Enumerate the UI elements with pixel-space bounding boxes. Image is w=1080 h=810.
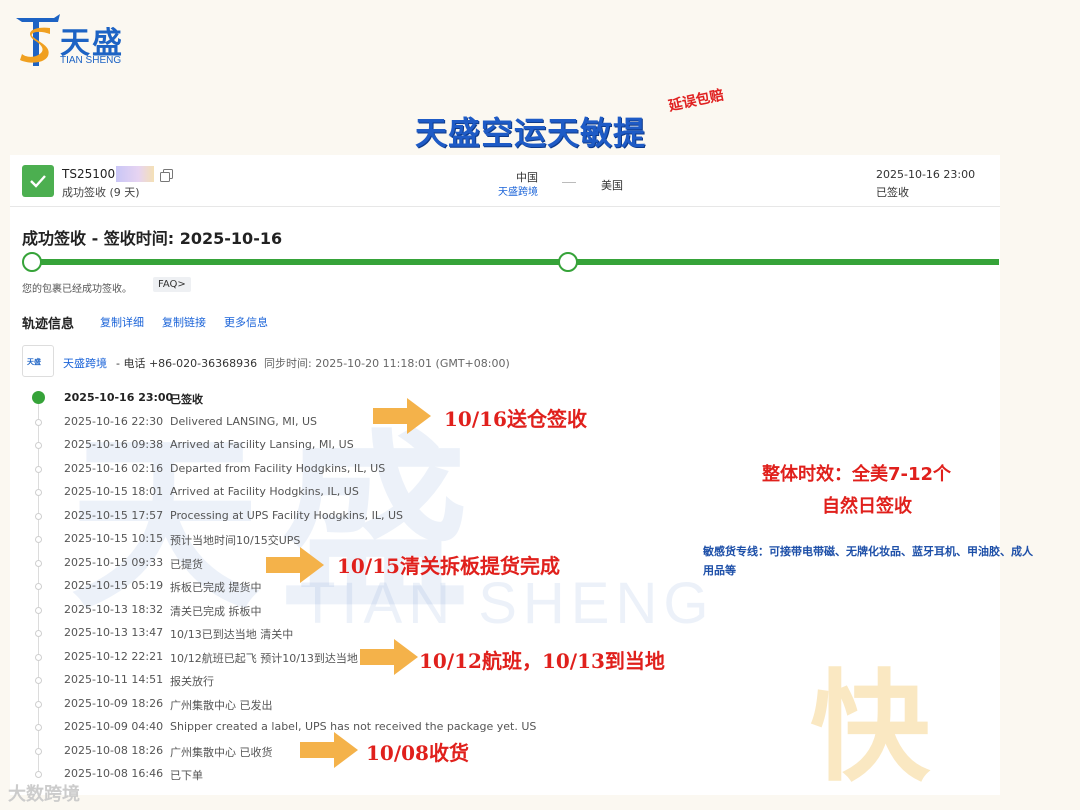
event-time: 2025-10-15 09:33 — [64, 555, 164, 569]
watermark-fast: 快 — [810, 659, 930, 798]
destination-country: 美国 — [601, 179, 623, 192]
event-time: 2025-10-15 17:57 — [64, 508, 164, 522]
more-info-link[interactable]: 更多信息 — [224, 314, 268, 330]
event-dot — [35, 653, 42, 661]
event-dot — [35, 747, 42, 755]
annotation-3: 10/12航班，10/13到当地 — [419, 649, 665, 673]
annotation-arrow-3 — [360, 639, 418, 675]
bottom-watermark: 大数跨境 — [8, 784, 80, 805]
guarantee-stamp: 延误包赔 — [667, 87, 726, 115]
delivery-title: 成功签收 - 签收时间: 2025-10-16 — [22, 229, 283, 248]
annotation-arrow-1 — [373, 398, 431, 434]
route-divider — [562, 182, 576, 183]
carrier-link[interactable]: 天盛跨境 — [498, 183, 538, 198]
event-time: 2025-10-15 10:15 — [64, 532, 164, 545]
delivered-check-icon — [22, 165, 54, 197]
event-time: 2025-10-16 02:16 — [64, 461, 164, 475]
copy-icon[interactable] — [160, 167, 173, 182]
tracking-number-redacted — [116, 166, 154, 182]
sensitive-goods-note: 敏感货专线：可接带电带磁、无牌化妆品、蓝牙耳机、甲油胶、成人用品等 — [703, 545, 1033, 577]
event-time: 2025-10-16 23:00 — [64, 391, 174, 404]
watermark-en: TIAN SHENG — [300, 571, 715, 636]
event-dot — [35, 677, 42, 684]
transit-time-line1: 整体时效：全美7-12个 — [762, 464, 952, 485]
event-time: 2025-10-13 18:32 — [64, 602, 164, 616]
event-time: 2025-10-15 05:19 — [64, 579, 164, 592]
event-time: 2025-10-16 09:38 — [64, 438, 164, 451]
delivery-note: 您的包裹已经成功签收。 — [22, 284, 132, 295]
event-dot — [35, 465, 42, 473]
annotation-arrow-2 — [266, 547, 324, 583]
delivery-progress-bar — [32, 259, 999, 265]
carrier-phone: - 电话 +86-020-36368936 — [116, 357, 258, 370]
progress-mid-dot — [558, 252, 578, 272]
event-description: 清关已完成 拆板中 — [170, 604, 262, 618]
event-time: 2025-10-15 18:01 — [64, 485, 164, 498]
event-dot — [35, 630, 42, 637]
annotation-1: 10/16送仓签收 — [444, 407, 587, 431]
event-description: 已签收 — [170, 393, 203, 406]
event-description: 拆板已完成 提货中 — [170, 581, 262, 594]
event-dot — [35, 771, 42, 778]
sign-datetime: 2025-10-16 23:00 — [876, 168, 976, 181]
event-description: 广州集散中心 已发出 — [170, 698, 273, 712]
event-dot — [35, 700, 42, 708]
event-time: 2025-10-09 04:40 — [64, 720, 164, 733]
event-description: 已下单 — [170, 769, 203, 782]
event-description: 已提货 — [170, 557, 203, 571]
event-description: 10/12航班已起飞 预计10/13到达当地 — [170, 651, 358, 665]
event-description: 广州集散中心 已收货 — [170, 745, 273, 759]
event-description: Departed from Facility Hodgkins, IL, US — [170, 461, 386, 475]
event-time: 2025-10-16 22:30 — [64, 414, 164, 428]
annotation-2: 10/15清关拆板提货完成 — [337, 554, 560, 578]
event-dot — [35, 489, 42, 496]
carrier-name-link[interactable]: 天盛跨境 — [63, 355, 107, 371]
event-description: Arrived at Facility Hodgkins, IL, US — [170, 485, 359, 498]
event-check-icon — [32, 391, 45, 404]
event-dot — [35, 512, 42, 520]
event-description: Processing at UPS Facility Hodgkins, IL,… — [170, 508, 404, 522]
event-dot — [35, 559, 42, 567]
header-divider — [10, 206, 1000, 207]
event-dot — [35, 418, 42, 426]
tracking-number: TS25100 — [62, 167, 116, 181]
event-description: 报关放行 — [170, 675, 214, 688]
faq-button[interactable]: FAQ> — [153, 277, 191, 292]
event-description: 10/13已到达当地 清关中 — [170, 628, 294, 641]
event-time: 2025-10-08 16:46 — [64, 767, 164, 780]
page-headline: 天盛空运天敏提 — [415, 114, 647, 152]
event-time: 2025-10-08 18:26 — [64, 743, 164, 757]
brand-name-en: TIAN SHENG — [60, 55, 122, 66]
progress-start-dot — [22, 252, 42, 272]
event-dot — [35, 606, 42, 614]
sync-time: 同步时间: 2025-10-20 11:18:01 (GMT+08:00) — [264, 357, 510, 370]
annotation-4: 10/08收货 — [366, 741, 469, 765]
copy-details-link[interactable]: 复制详细 — [100, 314, 144, 330]
sign-status: 已签收 — [876, 186, 909, 199]
event-description: Arrived at Facility Lansing, MI, US — [170, 438, 354, 451]
tracking-heading: 轨迹信息 — [22, 317, 75, 332]
event-time: 2025-10-11 14:51 — [64, 673, 164, 686]
copy-link-link[interactable]: 复制链接 — [162, 314, 206, 330]
event-dot — [35, 442, 42, 449]
event-dot — [35, 536, 42, 543]
annotation-arrow-4 — [300, 732, 358, 768]
carrier-logo-text: 天盛 — [27, 358, 41, 366]
status-summary: 成功签收 (9 天) — [62, 186, 140, 199]
transit-time-line2: 自然日签收 — [822, 496, 912, 517]
ts-logo-icon — [16, 14, 60, 66]
event-time: 2025-10-12 22:21 — [64, 649, 164, 663]
event-description: Delivered LANSING, MI, US — [170, 414, 318, 428]
event-time: 2025-10-13 13:47 — [64, 626, 164, 639]
carrier-logo: 天盛 — [22, 345, 54, 377]
event-dot — [35, 583, 42, 590]
event-time: 2025-10-09 18:26 — [64, 696, 164, 710]
event-dot — [35, 724, 42, 731]
